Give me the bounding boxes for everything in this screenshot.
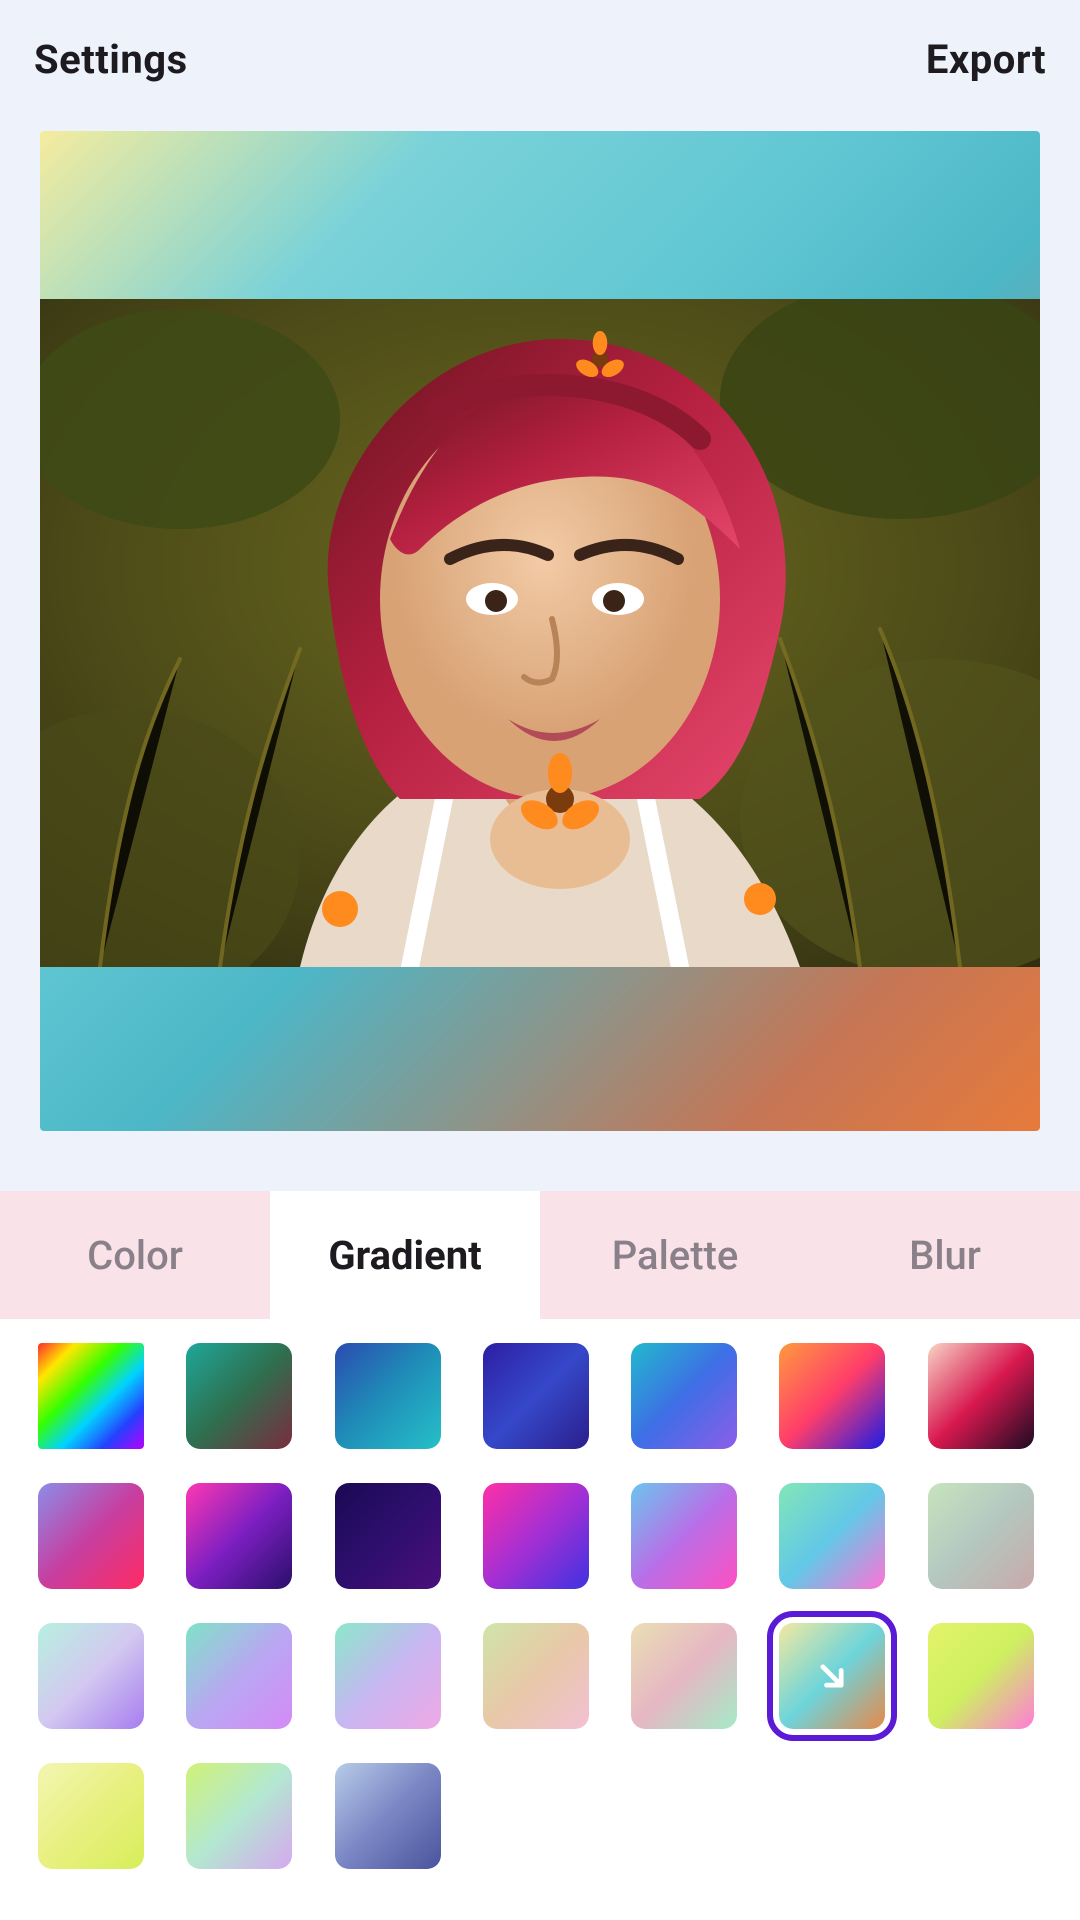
gradient-swatch-mint-violet[interactable] xyxy=(38,1623,144,1729)
gradient-swatch-olive-blush[interactable] xyxy=(483,1623,589,1729)
gradient-swatch-magenta-purple[interactable] xyxy=(186,1483,292,1589)
preview-photo xyxy=(40,299,1040,967)
gradient-swatch-mint-pink[interactable] xyxy=(779,1483,885,1589)
gradient-swatch-lilac-pink[interactable] xyxy=(38,1483,144,1589)
gradient-swatch-rainbow[interactable] xyxy=(38,1343,144,1449)
tab-color[interactable]: Color xyxy=(0,1191,270,1319)
gradient-swatch-slate-blue[interactable] xyxy=(335,1763,441,1869)
settings-button[interactable]: Settings xyxy=(34,36,188,83)
gradient-swatch-lime-mint-violet[interactable] xyxy=(186,1763,292,1869)
tab-gradient[interactable]: Gradient xyxy=(270,1191,540,1319)
preview-canvas[interactable] xyxy=(40,131,1040,1131)
background-mode-tabs: Color Gradient Palette Blur xyxy=(0,1191,1080,1319)
header: Settings Export xyxy=(0,0,1080,111)
gradient-swatch-deep-purple[interactable] xyxy=(335,1483,441,1589)
gradient-swatch-aqua-magenta[interactable] xyxy=(631,1483,737,1589)
gradient-swatch-navy-teal[interactable] xyxy=(335,1343,441,1449)
gradient-swatch-pale-lime[interactable] xyxy=(38,1763,144,1869)
gradient-swatch-butter-teal-orange[interactable] xyxy=(779,1623,885,1729)
gradient-swatch-grid xyxy=(38,1343,1042,1869)
gradient-swatch-fuchsia-blue[interactable] xyxy=(483,1483,589,1589)
canvas-area xyxy=(0,111,1080,1191)
gradient-swatch-peach-crimson[interactable] xyxy=(928,1343,1034,1449)
gradient-swatch-indigo[interactable] xyxy=(483,1343,589,1449)
arrow-down-right-icon xyxy=(779,1623,885,1729)
gradient-swatch-sky-violet[interactable] xyxy=(631,1343,737,1449)
gradient-swatch-seafoam-lilac[interactable] xyxy=(186,1623,292,1729)
gradient-swatch-lime-pink[interactable] xyxy=(928,1623,1034,1729)
gradient-swatch-panel xyxy=(0,1319,1080,1920)
gradient-swatch-sunset-blue[interactable] xyxy=(779,1343,885,1449)
export-button[interactable]: Export xyxy=(926,36,1046,83)
tab-blur[interactable]: Blur xyxy=(810,1191,1080,1319)
gradient-swatch-aqua-lilac[interactable] xyxy=(335,1623,441,1729)
gradient-swatch-sage-rose[interactable] xyxy=(928,1483,1034,1589)
gradient-swatch-teal-maroon[interactable] xyxy=(186,1343,292,1449)
tab-palette[interactable]: Palette xyxy=(540,1191,810,1319)
gradient-swatch-cream-mint[interactable] xyxy=(631,1623,737,1729)
